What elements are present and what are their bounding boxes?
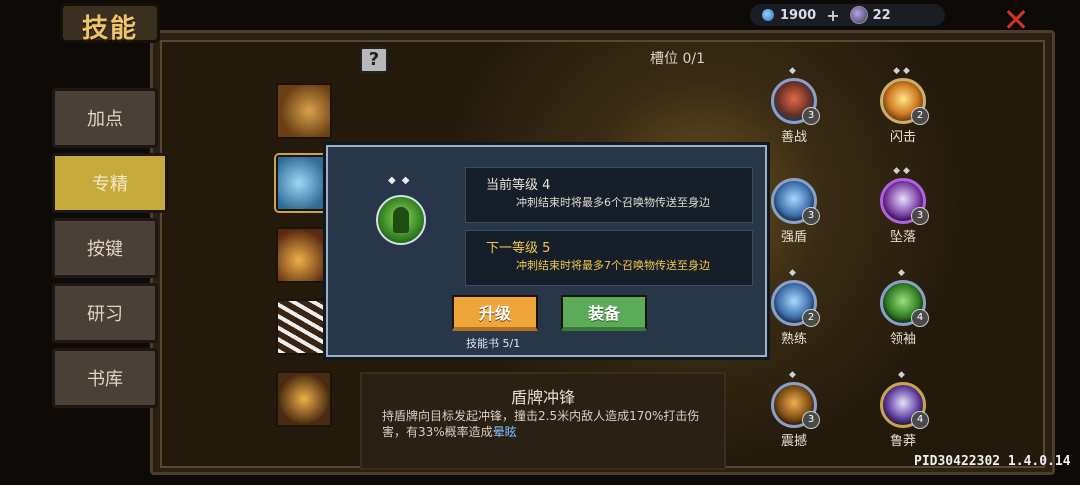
- coin-count: 22: [872, 7, 891, 23]
- current-level-box: 当前等级 4 冲刺结束时将最多6个召唤物传送至身边: [465, 167, 753, 223]
- fall-icon: 3: [880, 178, 929, 225]
- talent-7-name: 震撼: [780, 434, 807, 449]
- talent-8-level: 4: [911, 411, 929, 429]
- talent-7-level: 3: [802, 411, 820, 429]
- talent-1[interactable]: ◆ 3 善战: [754, 66, 834, 145]
- current-level-desc: 冲刺结束时将最多6个召唤物传送至身边: [516, 196, 710, 209]
- skill-book-count: 技能书 5/1: [466, 337, 521, 350]
- tab-allocate[interactable]: 加点: [52, 88, 158, 148]
- add-currency-button[interactable]: +: [826, 6, 839, 25]
- talent-3-pips: [754, 166, 834, 178]
- talent-4-pips: ◆◆: [893, 166, 913, 176]
- next-level-label: 下一等级 5: [486, 241, 551, 256]
- talent-7-pips: ◆: [789, 370, 799, 380]
- talent-1-level: 3: [802, 107, 820, 125]
- talent-2-level: 2: [911, 107, 929, 125]
- talent-5-pips: ◆: [789, 268, 799, 278]
- talent-7[interactable]: ◆ 3 震撼: [754, 370, 834, 449]
- skill-slot-1-icon[interactable]: [276, 83, 332, 139]
- version-label: PID30422302 1.4.0.14: [914, 454, 1071, 469]
- tab-keybind[interactable]: 按键: [52, 218, 158, 278]
- talent-3[interactable]: 3 强盾: [754, 166, 834, 245]
- talent-6-level: 4: [911, 309, 929, 327]
- title-tab: 技能: [60, 3, 160, 44]
- page-title: 技能: [81, 14, 138, 44]
- talent-2[interactable]: ◆◆ 2 闪击: [863, 66, 943, 145]
- talent-3-name: 强盾: [780, 230, 807, 245]
- skill-name: 盾牌冲锋: [510, 388, 575, 407]
- skill-description-text: 持盾牌向目标发起冲锋，撞击2.5米内敌人造成170%打击伤害，有33%概率造成: [382, 409, 700, 439]
- next-level-box: 下一等级 5 冲刺结束时将最多7个召唤物传送至身边: [465, 230, 753, 286]
- current-level-label: 当前等级 4: [486, 178, 551, 193]
- talent-8[interactable]: ◆ 4 鲁莽: [863, 370, 943, 449]
- talent-6[interactable]: ◆ 4 领袖: [863, 268, 943, 347]
- talent-5[interactable]: ◆ 2 熟练: [754, 268, 834, 347]
- talent-8-pips: ◆: [898, 370, 908, 380]
- slot-label: 槽位 0/1: [650, 51, 705, 67]
- shield-icon: 3: [771, 178, 820, 225]
- talent-4-level: 3: [911, 207, 929, 225]
- talent-4[interactable]: ◆◆ 3 坠落: [863, 166, 943, 245]
- talent-1-pips: ◆: [789, 66, 799, 76]
- summon-skill-icon: [376, 195, 426, 245]
- flash-icon: 2: [880, 78, 929, 125]
- tab-specialize[interactable]: 专精: [52, 153, 168, 213]
- tab-study[interactable]: 研习: [52, 283, 158, 343]
- skill-slot-2-icon[interactable]: [274, 153, 334, 213]
- next-level-desc: 冲刺结束时将最多7个召唤物传送至身边: [516, 259, 710, 272]
- talent-3-level: 3: [802, 207, 820, 225]
- tab-library[interactable]: 书库: [52, 348, 158, 408]
- equip-button[interactable]: 装备: [561, 295, 647, 331]
- currency-bar: 1900 + 22: [750, 4, 945, 26]
- upgrade-modal: ◆◆ 当前等级 4 冲刺结束时将最多6个召唤物传送至身边 下一等级 5 冲刺结束…: [326, 145, 767, 357]
- upgrade-button[interactable]: 升级: [452, 295, 538, 331]
- modal-rank-pips: ◆◆: [388, 175, 416, 186]
- skill-slot-5-icon[interactable]: [276, 371, 332, 427]
- gem-icon: [762, 9, 774, 21]
- talent-8-name: 鲁莽: [889, 434, 916, 449]
- reckless-icon: 4: [880, 382, 929, 429]
- talent-2-pips: ◆◆: [893, 66, 913, 76]
- talent-4-name: 坠落: [889, 230, 916, 245]
- talent-5-name: 熟练: [780, 332, 807, 347]
- help-icon[interactable]: ?: [360, 47, 388, 73]
- skill-description-panel: 盾牌冲锋 持盾牌向目标发起冲锋，撞击2.5米内敌人造成170%打击伤害，有33%…: [360, 372, 726, 470]
- talent-2-name: 闪击: [889, 130, 916, 145]
- left-tabs: 加点 专精 按键 研习 书库: [52, 88, 168, 413]
- stun-keyword: 晕眩: [492, 425, 517, 439]
- gem-count: 1900: [780, 7, 817, 23]
- shockwave-icon: 3: [771, 382, 820, 429]
- skill-slot-4-icon[interactable]: [276, 299, 332, 355]
- sword-icon: 3: [771, 78, 820, 125]
- talent-6-name: 领袖: [889, 332, 916, 347]
- close-icon[interactable]: ✕: [1000, 4, 1032, 36]
- talent-6-pips: ◆: [898, 268, 908, 278]
- skill-description: 持盾牌向目标发起冲锋，撞击2.5米内敌人造成170%打击伤害，有33%概率造成晕…: [382, 408, 710, 440]
- skill-slot-3-icon[interactable]: [276, 227, 332, 283]
- leader-icon: 4: [880, 280, 929, 327]
- talent-5-level: 2: [802, 309, 820, 327]
- talent-1-name: 善战: [780, 130, 807, 145]
- hourglass-icon: 2: [771, 280, 820, 327]
- coin-icon: [849, 6, 868, 24]
